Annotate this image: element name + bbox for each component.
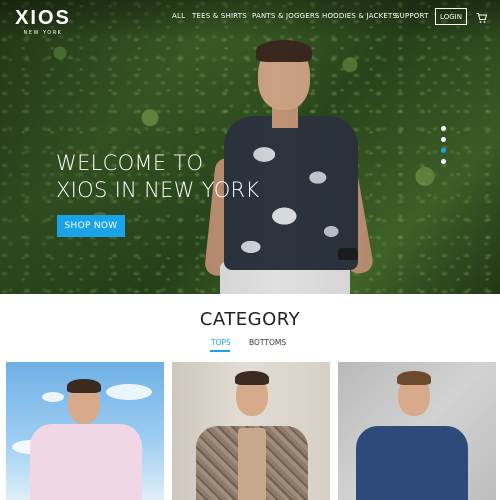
slider-dot-3[interactable] [441,148,446,153]
cloud [106,384,152,400]
hero-title-line2: XIOS IN NEW YORK [56,178,260,202]
cloud [42,392,64,402]
category-card-3[interactable] [338,362,496,500]
hero-banner [0,0,500,294]
slider-dot-4[interactable] [441,159,446,164]
category-card-1[interactable] [6,362,164,500]
brand-name: XIOS [15,7,71,29]
hero-title: WELCOME TO XIOS IN NEW YORK [56,150,286,204]
tab-bottoms[interactable]: BOTTOMS [249,338,286,347]
tab-tops[interactable]: TOPS [211,338,231,347]
tab-active-indicator [210,350,230,352]
nav-item-pants-joggers[interactable]: PANTS & JOGGERS [252,12,320,20]
model-hair [397,371,431,385]
brand-tagline: NEW YORK [23,30,63,36]
slider-dots [441,126,447,170]
slider-dot-1[interactable] [441,126,446,131]
nav-item-hoodies-jackets[interactable]: HOODIES & JACKETS [322,12,397,20]
hero-title-line1: WELCOME TO [56,151,204,175]
login-button[interactable]: LOGIN [435,8,467,25]
hero-overlay [0,0,500,294]
nav-item-all[interactable]: ALL [172,12,185,20]
brand-logo[interactable]: XIOS NEW YORK [14,8,72,36]
model-shirt [30,424,142,500]
model-tee [238,428,266,500]
nav-item-support[interactable]: SUPPORT [395,12,429,20]
nav-item-tees-shirts[interactable]: TEES & SHIRTS [192,12,247,20]
model-hair [67,379,101,393]
category-title: CATEGORY [199,309,301,330]
shop-now-button[interactable]: SHOP NOW [57,215,125,237]
category-card-2[interactable] [172,362,330,500]
slider-dot-2[interactable] [441,137,446,142]
cart-icon[interactable] [476,12,488,24]
model-hair [235,371,269,385]
model-shirt [356,426,468,500]
